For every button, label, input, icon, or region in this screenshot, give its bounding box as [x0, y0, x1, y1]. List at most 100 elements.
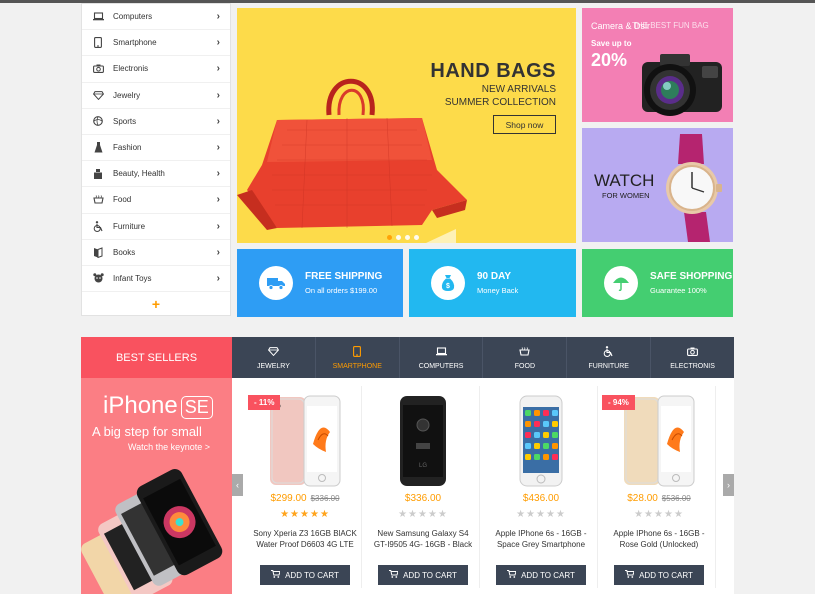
diamond-icon — [267, 345, 279, 357]
sidebar-item-beauty-health[interactable]: Beauty, Health › — [82, 161, 230, 188]
category-tabs: JEWELRY SMARTPHONE COMPUTERS FOOD FURNITURE E… — [232, 337, 734, 378]
iphone-se-promo[interactable]: iPhone SE A big step for small Watch the … — [81, 378, 232, 594]
tab-label: COMPUTERS — [418, 363, 464, 370]
watch-keynote-link[interactable]: Watch the keynote > — [128, 442, 210, 452]
service-box-90-day[interactable]: $90 DAY Money Back — [409, 249, 576, 317]
product-card[interactable]: $436.00 ★★★★★ Apple IPhone 6s - 16GB - Spa… — [484, 386, 598, 588]
service-subtitle: On all orders $199.00 — [305, 286, 378, 295]
product-price: $336.00 — [366, 493, 480, 504]
tab-electronis[interactable]: ELECTRONIS — [651, 337, 734, 378]
product-name[interactable]: Apple IPhone 6s - 16GB - Rose Gold (Unlo… — [606, 528, 712, 550]
sidebar-item-electronis[interactable]: Electronis › — [82, 56, 230, 83]
product-card[interactable]: - 11% $299.00 $336.00 ★★★★★ Sony Xperia Z3 1… — [248, 386, 362, 588]
add-to-cart-button[interactable]: ADD TO CART — [260, 565, 350, 585]
chevron-right-icon: › — [216, 194, 220, 206]
sidebar-item-label: Infant Toys — [113, 273, 152, 283]
handbag-image — [237, 78, 467, 230]
add-to-cart-button[interactable]: ADD TO CART — [496, 565, 586, 585]
toy-icon — [92, 272, 104, 284]
slider-dot-3[interactable] — [405, 235, 410, 240]
tab-label: FOOD — [514, 363, 536, 370]
sidebar-item-label: Sports — [113, 116, 137, 126]
service-box-safe-shopping[interactable]: SAFE SHOPPING Guarantee 100% — [582, 249, 733, 317]
laptop-icon — [92, 11, 104, 23]
banner-line-2: SUMMER COLLECTION — [444, 97, 556, 108]
carousel-next-button[interactable]: › — [723, 474, 734, 496]
watch-banner[interactable]: WATCH FOR WOMEN — [582, 128, 733, 242]
camera-icon — [92, 63, 104, 75]
category-sidebar: Computers › Smartphone › Electronis › Jewelry ›… — [81, 3, 231, 316]
dress-icon — [92, 142, 104, 154]
sidebar-item-fashion[interactable]: Fashion › — [82, 135, 230, 162]
slider-dot-1[interactable] — [387, 235, 392, 240]
camera-banner-save-label: Save up to — [591, 39, 632, 48]
chevron-right-icon: › — [216, 168, 220, 180]
product-price: $299.00 $336.00 — [248, 493, 362, 504]
rating-stars: ★★★★★ — [280, 509, 330, 520]
food-icon — [92, 194, 104, 206]
product-card[interactable]: LG $336.00 ★★★★★ New Samsung Galaxy S4 GT-I… — [366, 386, 480, 588]
chevron-right-icon: › — [216, 11, 220, 23]
slider-dot-4[interactable] — [414, 235, 419, 240]
camera-banner-percent: 20% — [591, 50, 628, 70]
rating-stars: ★★★★★ — [398, 509, 448, 520]
shop-now-button[interactable]: Shop now — [493, 115, 556, 134]
chevron-right-icon: › — [216, 63, 220, 75]
tab-label: ELECTRONIS — [670, 363, 715, 370]
slider-dot-2[interactable] — [396, 235, 401, 240]
rating-stars: ★★★★★ — [634, 509, 684, 520]
current-price: $336.00 — [404, 493, 442, 504]
tab-label: SMARTPHONE — [332, 363, 382, 370]
service-title: 90 DAY — [477, 271, 512, 282]
camera-banner-overlay-text: THE BEST FUN BAG — [632, 21, 709, 30]
add-to-cart-label: ADD TO CART — [285, 570, 339, 580]
promo-badge: SE — [180, 396, 213, 419]
watch-image — [666, 134, 722, 242]
current-price: $28.00 — [627, 493, 658, 504]
rating-stars: ★★★★★ — [516, 509, 566, 520]
slider-dots — [387, 235, 419, 240]
banner-title: HAND BAGS — [430, 60, 556, 82]
tab-furniture[interactable]: FURNITURE — [567, 337, 652, 378]
product-name[interactable]: Apple IPhone 6s - 16GB - Space Grey Smar… — [488, 528, 594, 550]
old-price: $536.00 — [661, 494, 691, 503]
sidebar-item-books[interactable]: Books › — [82, 240, 230, 266]
sidebar-item-infant-toys[interactable]: Infant Toys › — [82, 266, 230, 293]
camera-banner[interactable]: Camera & Dslr THE BEST FUN BAG Save up t… — [582, 8, 733, 122]
tab-label: JEWELRY — [256, 363, 290, 370]
promo-tagline: A big step for small — [92, 424, 202, 439]
product-name[interactable]: Sony Xperia Z3 16GB BlACK Water Proof D6… — [252, 528, 358, 550]
more-categories-button[interactable]: + — [82, 292, 230, 316]
tab-computers[interactable]: COMPUTERS — [400, 337, 484, 378]
sidebar-item-label: Furniture — [113, 221, 146, 231]
chevron-right-icon: › — [216, 115, 220, 127]
sidebar-item-label: Electronis — [113, 64, 149, 74]
product-name[interactable]: New Samsung Galaxy S4 GT-I9505 4G- 16GB … — [370, 528, 476, 550]
product-card[interactable]: - 94% $28.00 $536.00 ★★★★★ Apple IPhone 6s -… — [602, 386, 716, 588]
service-box-free-shipping[interactable]: FREE SHIPPING On all orders $199.00 — [237, 249, 403, 317]
product-carousel: - 11% $299.00 $336.00 ★★★★★ Sony Xperia Z3 1… — [232, 378, 734, 594]
tab-smartphone[interactable]: SMARTPHONE — [316, 337, 400, 378]
product-image[interactable]: LG — [386, 394, 460, 488]
promo-title: iPhone SE — [103, 392, 213, 420]
discount-badge: - 11% — [248, 395, 281, 410]
tab-jewelry[interactable]: JEWELRY — [232, 337, 316, 378]
sidebar-item-smartphone[interactable]: Smartphone › — [82, 30, 230, 57]
hand-bags-banner[interactable]: HAND BAGS NEW ARRIVALS SUMMER COLLECTION… — [237, 8, 576, 243]
tab-food[interactable]: FOOD — [483, 337, 568, 378]
carousel-prev-button[interactable]: ‹ — [232, 474, 243, 496]
sidebar-item-food[interactable]: Food › — [82, 187, 230, 214]
tab-label: FURNITURE — [588, 363, 629, 370]
ball-icon — [92, 115, 104, 127]
watch-banner-subtitle: FOR WOMEN — [602, 191, 650, 200]
sidebar-item-sports[interactable]: Sports › — [82, 109, 230, 135]
add-to-cart-button[interactable]: ADD TO CART — [614, 565, 704, 585]
sidebar-item-furniture[interactable]: Furniture › — [82, 214, 230, 240]
chevron-right-icon: › — [216, 220, 220, 232]
product-image[interactable] — [504, 394, 578, 488]
sidebar-item-jewelry[interactable]: Jewelry › — [82, 83, 230, 109]
add-to-cart-button[interactable]: ADD TO CART — [378, 565, 468, 585]
product-price: $436.00 — [484, 493, 598, 504]
sidebar-item-computers[interactable]: Computers › — [82, 4, 230, 31]
current-price: $299.00 — [270, 493, 307, 504]
